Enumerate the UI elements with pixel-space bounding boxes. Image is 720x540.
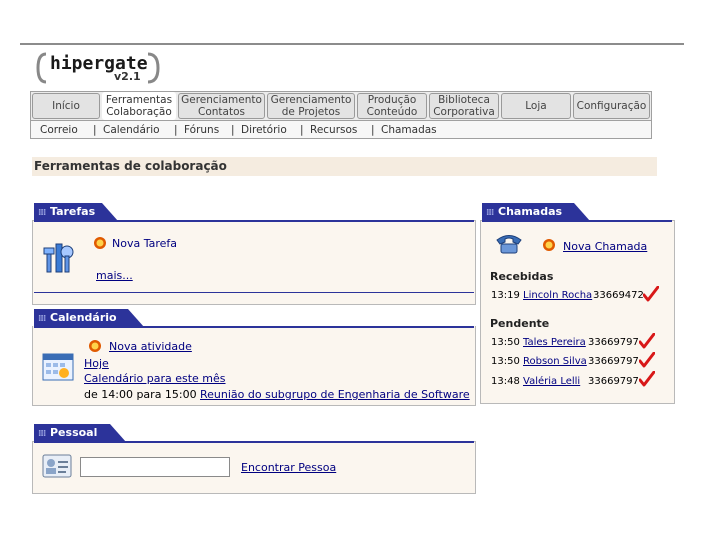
pending-call-check-icon[interactable] (639, 352, 655, 368)
calendar-icon (42, 353, 74, 381)
event-time: de 14:00 para 15:00 (84, 388, 197, 401)
personal-tab: ⁞⁞⁞ Pessoal (34, 424, 126, 442)
event-link[interactable]: Reunião do subgrupo de Engenharia de Sof… (200, 388, 470, 401)
pending-call-name-link[interactable]: Tales Pereira (523, 337, 586, 348)
person-search-input[interactable] (80, 457, 230, 477)
new-call-star-icon (543, 239, 555, 251)
page-title: Ferramentas de colaboração (34, 159, 227, 173)
calls-tab-rule (482, 220, 672, 222)
pending-call-time: 13:50 (491, 337, 520, 348)
received-call-check-icon[interactable] (643, 286, 659, 302)
pending-call-time: 13:50 (491, 356, 520, 367)
calls-tab-label: Chamadas (498, 205, 563, 218)
received-call-name-link[interactable]: Lincoln Rocha (523, 290, 592, 301)
pending-call-number: 33669797 (588, 337, 639, 348)
submenu-diretorio[interactable]: Diretório (241, 124, 287, 136)
hipergate-logo: hipergate v2.1 (36, 50, 160, 86)
calendar-tab-rule (34, 326, 474, 328)
submenu-calendario[interactable]: Calendário (103, 124, 160, 136)
today-link[interactable]: Hoje (84, 357, 109, 370)
received-call-time: 13:19 (491, 290, 520, 301)
submenu-separator: | (300, 124, 304, 136)
telephone-icon (496, 235, 522, 254)
top-divider (20, 43, 684, 45)
personal-tab-label: Pessoal (50, 426, 98, 439)
new-call-link[interactable]: Nova Chamada (563, 240, 647, 253)
pending-call-number: 33669797 (588, 376, 639, 387)
new-activity-star-icon (89, 340, 101, 352)
menu-loja[interactable]: Loja (501, 93, 571, 119)
pending-heading: Pendente (490, 317, 550, 330)
calls-tab: ⁞⁞⁞ Chamadas (482, 203, 590, 221)
new-task-link[interactable]: Nova Tarefa (112, 237, 177, 250)
new-activity-link[interactable]: Nova atividade (109, 340, 192, 353)
menu-producao-conteudo[interactable]: Produção Conteúdo (357, 93, 427, 119)
submenu-separator: | (93, 124, 97, 136)
pending-call-name-link[interactable]: Robson Silva (523, 356, 587, 367)
submenu-separator: | (371, 124, 375, 136)
menu-gerenciamento-projetos[interactable]: Gerenciamento de Projetos (267, 93, 355, 119)
received-heading: Recebidas (490, 270, 554, 283)
tasks-more-link[interactable]: mais... (96, 269, 133, 282)
calendar-tab: ⁞⁞⁞ Calendário (34, 309, 144, 327)
submenu-chamadas[interactable]: Chamadas (381, 124, 437, 136)
month-calendar-link[interactable]: Calendário para este mês (84, 372, 226, 385)
pending-call-check-icon[interactable] (639, 333, 655, 349)
calendar-tab-label: Calendário (50, 311, 117, 324)
new-task-star-icon (94, 237, 106, 249)
find-person-link[interactable]: Encontrar Pessoa (241, 461, 336, 474)
tools-icon (43, 243, 74, 273)
submenu-recursos[interactable]: Recursos (310, 124, 357, 136)
menu-biblioteca-corporativa[interactable]: Biblioteca Corporativa (429, 93, 499, 119)
menu-configuracao[interactable]: Configuração (573, 93, 650, 119)
menu-ferramentas-colaboracao[interactable]: Ferramentas Colaboração (102, 92, 176, 120)
pending-call-name-link[interactable]: Valéria Lelli (523, 376, 580, 387)
submenu-separator: | (174, 124, 178, 136)
contact-card-icon (42, 454, 72, 478)
logo-version: v2.1 (114, 70, 141, 83)
tasks-tab: ⁞⁞⁞ Tarefas (34, 203, 118, 221)
pending-call-number: 33669797 (588, 356, 639, 367)
tasks-tab-label: Tarefas (50, 205, 96, 218)
submenu-correio[interactable]: Correio (40, 124, 78, 136)
tasks-tab-rule (34, 220, 474, 222)
pending-call-time: 13:48 (491, 376, 520, 387)
menu-gerenciamento-contatos[interactable]: Gerenciamento Contatos (178, 93, 265, 119)
submenu-separator: | (231, 124, 235, 136)
submenu-foruns[interactable]: Fóruns (184, 124, 219, 136)
page-title-bar: Ferramentas de colaboração (32, 157, 657, 176)
received-call-number: 33669472 (593, 290, 644, 301)
personal-tab-rule (34, 441, 474, 443)
tasks-bottom-rule (34, 292, 474, 293)
menu-inicio[interactable]: Início (32, 93, 100, 119)
pending-call-check-icon[interactable] (639, 371, 655, 387)
